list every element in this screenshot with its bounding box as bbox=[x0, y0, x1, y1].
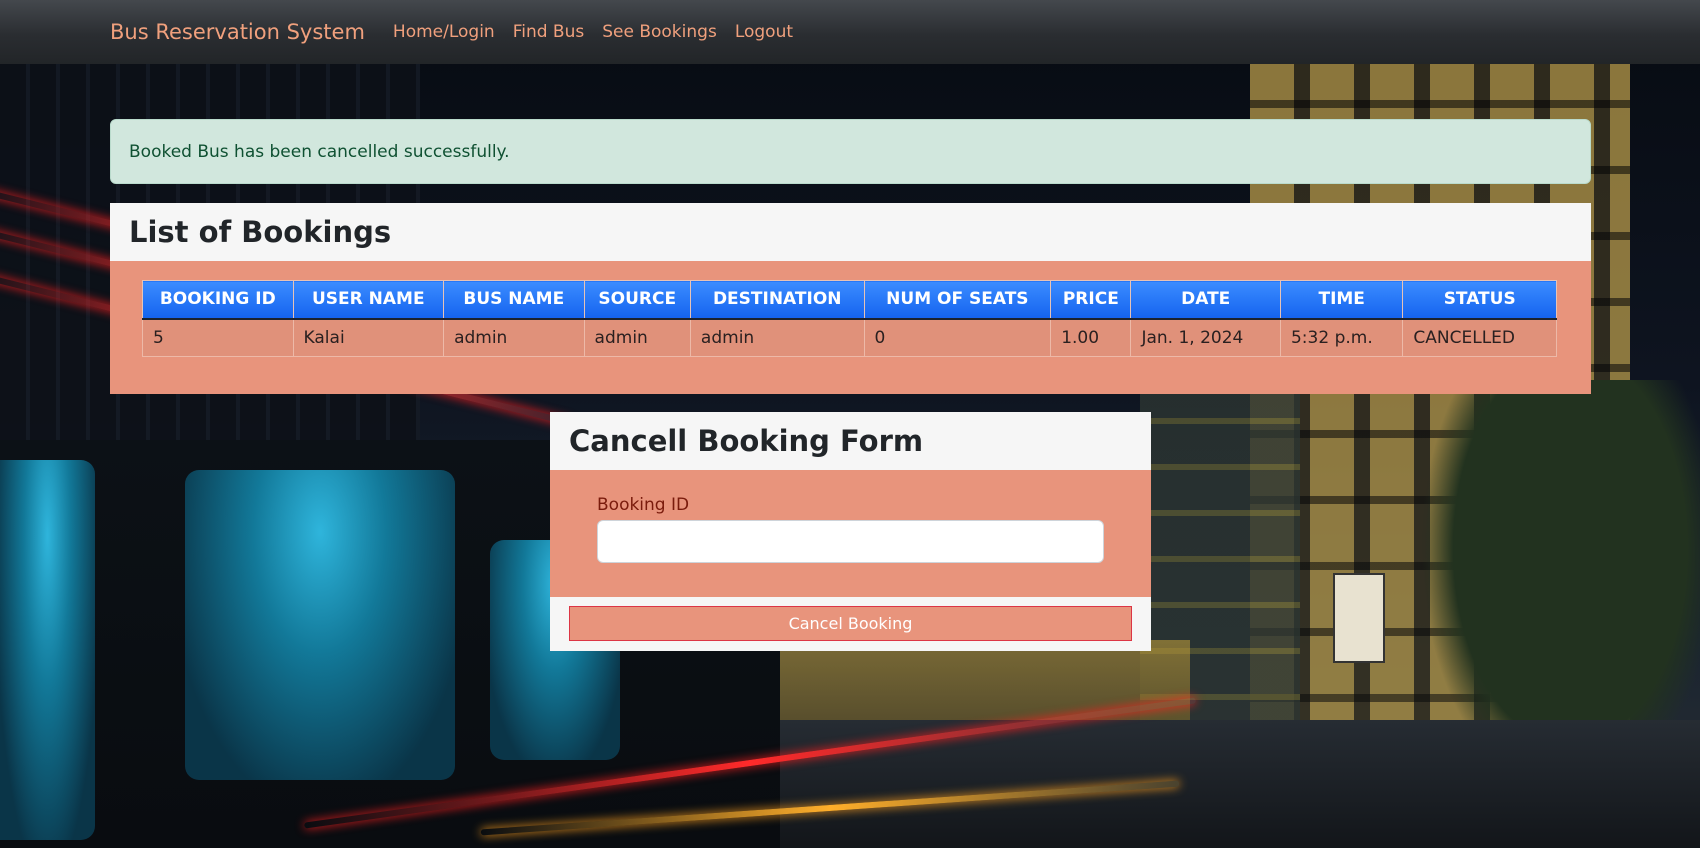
success-alert: Booked Bus has been cancelled successful… bbox=[110, 119, 1591, 184]
col-bus-name: BUS NAME bbox=[443, 280, 585, 320]
col-source: SOURCE bbox=[583, 280, 691, 320]
bookings-card-body: BOOKING ID USER NAME BUS NAME SOURCE DES… bbox=[110, 261, 1591, 394]
cell-price: 1.00 bbox=[1050, 318, 1132, 357]
booking-id-input[interactable] bbox=[597, 520, 1104, 563]
cell-bus-name: admin bbox=[443, 318, 585, 357]
navbar-brand[interactable]: Bus Reservation System bbox=[110, 20, 365, 44]
nav-link-see-bookings[interactable]: See Bookings bbox=[602, 22, 717, 42]
booking-id-label: Booking ID bbox=[597, 495, 690, 515]
nav-link-logout[interactable]: Logout bbox=[735, 22, 793, 42]
col-booking-id: BOOKING ID bbox=[142, 280, 294, 320]
table-row: 5 Kalai admin admin admin 0 1.00 Jan. 1,… bbox=[142, 318, 1557, 357]
cancel-booking-card: Cancell Booking Form Booking ID Cancel B… bbox=[550, 412, 1151, 651]
col-status: STATUS bbox=[1402, 280, 1557, 320]
cell-destination: admin bbox=[689, 318, 865, 357]
col-destination: DESTINATION bbox=[689, 280, 865, 320]
bookings-table: BOOKING ID USER NAME BUS NAME SOURCE DES… bbox=[142, 280, 1557, 357]
cell-date: Jan. 1, 2024 bbox=[1130, 318, 1281, 357]
table-header-row: BOOKING ID USER NAME BUS NAME SOURCE DES… bbox=[142, 280, 1557, 320]
col-time: TIME bbox=[1279, 280, 1404, 320]
bus-window bbox=[0, 460, 95, 840]
navbar: Bus Reservation System Home/Login Find B… bbox=[0, 0, 1700, 64]
nav-link-find-bus[interactable]: Find Bus bbox=[513, 22, 585, 42]
bookings-title: List of Bookings bbox=[129, 215, 392, 249]
col-date: DATE bbox=[1130, 280, 1281, 320]
bookings-card: List of Bookings BOOKING ID USER NAME BU… bbox=[110, 203, 1591, 394]
cell-status: CANCELLED bbox=[1402, 318, 1557, 357]
bus-window bbox=[185, 470, 455, 780]
cell-num-of-seats: 0 bbox=[863, 318, 1052, 357]
cancel-card-header: Cancell Booking Form bbox=[550, 412, 1151, 470]
cancel-booking-button[interactable]: Cancel Booking bbox=[569, 606, 1132, 641]
cell-source: admin bbox=[583, 318, 691, 357]
cell-user-name: Kalai bbox=[292, 318, 445, 357]
bookings-card-header: List of Bookings bbox=[110, 203, 1591, 261]
col-num-of-seats: NUM OF SEATS bbox=[863, 280, 1052, 320]
col-user-name: USER NAME bbox=[292, 280, 445, 320]
street-sign bbox=[1333, 573, 1385, 663]
cancel-form-title: Cancell Booking Form bbox=[569, 424, 924, 458]
nav-link-home-login[interactable]: Home/Login bbox=[393, 22, 495, 42]
cell-booking-id: 5 bbox=[142, 318, 294, 357]
col-price: PRICE bbox=[1050, 280, 1132, 320]
cancel-card-body: Booking ID bbox=[550, 470, 1151, 597]
cell-time: 5:32 p.m. bbox=[1279, 318, 1404, 357]
cancel-card-footer: Cancel Booking bbox=[550, 597, 1151, 651]
alert-message: Booked Bus has been cancelled successful… bbox=[129, 142, 510, 162]
